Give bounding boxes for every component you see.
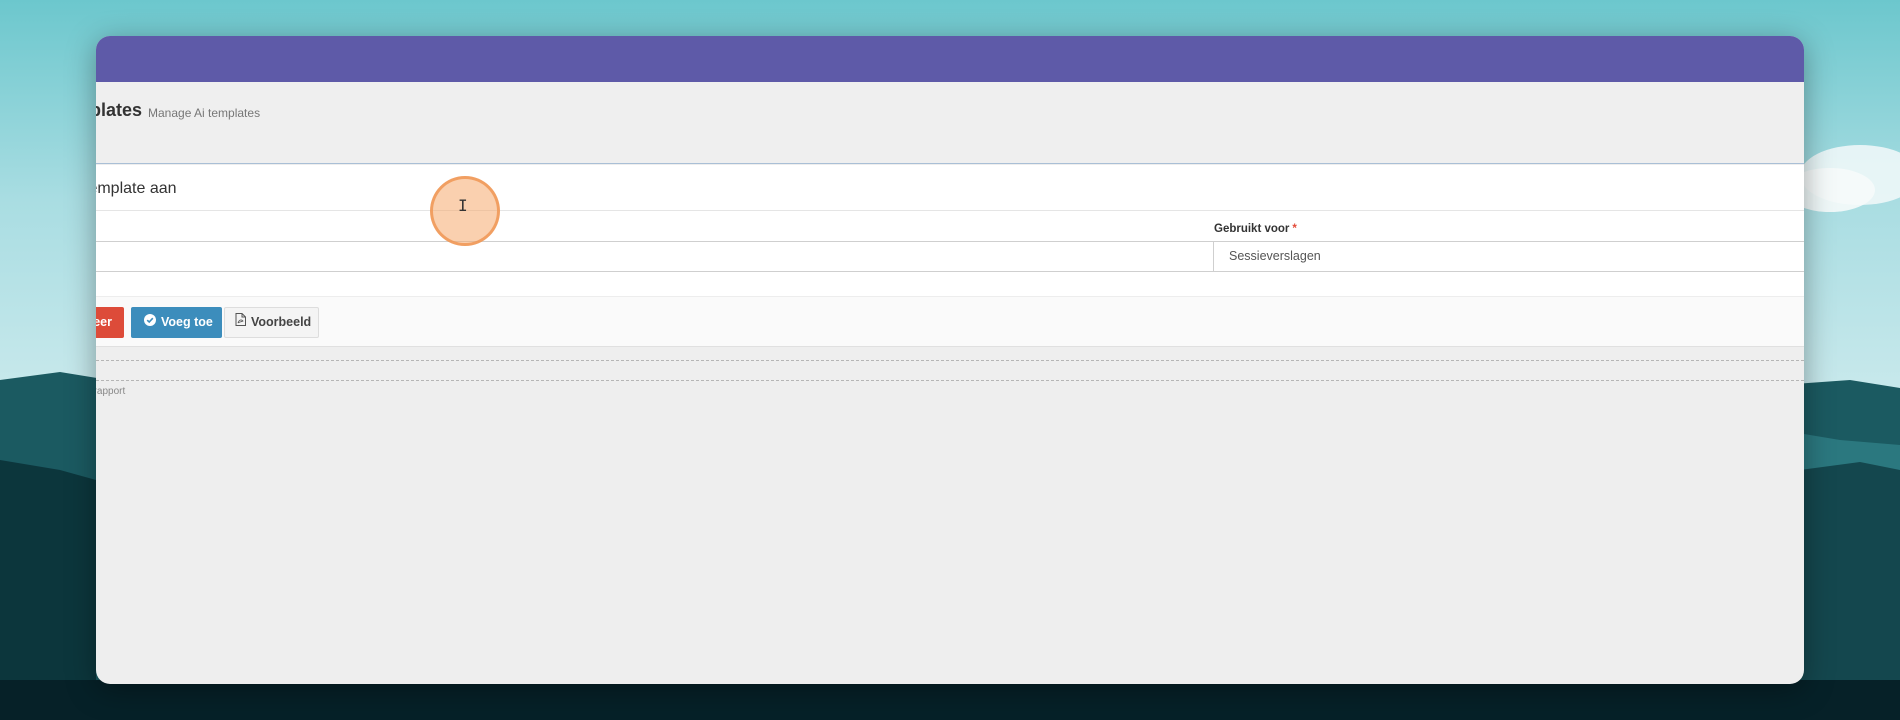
pdf-file-icon	[235, 308, 246, 337]
add-button-label: Voeg toe	[161, 315, 213, 329]
top-navbar	[96, 36, 1804, 82]
template-form-panel: template aan Gebruikt voor* Sessieversla…	[96, 165, 1804, 347]
add-button[interactable]: Voeg toe	[131, 307, 222, 338]
panel-heading-text: template aan	[96, 180, 177, 197]
used-for-label-text: Gebruikt voor	[1214, 223, 1290, 235]
page-subtitle: Manage Ai templates	[148, 106, 261, 120]
used-for-label: Gebruikt voor *	[1214, 223, 1297, 235]
preview-button-label: Voorbeeld	[251, 315, 312, 329]
panel-footer: leer Voeg toe Voorbeeld	[96, 296, 1804, 347]
text-cursor-icon: I	[458, 196, 468, 215]
check-circle-icon	[144, 307, 156, 338]
section-label: erapport	[96, 386, 126, 397]
name-input[interactable]	[96, 241, 1295, 272]
used-for-select[interactable]: Sessieverslagen	[1213, 241, 1804, 272]
page-header: plates Manage Ai templates	[96, 82, 1804, 164]
app-window: plates Manage Ai templates template aan …	[96, 36, 1804, 684]
section-divider	[96, 360, 1804, 361]
cancel-button-label: leer	[96, 315, 112, 329]
page-title: plates	[96, 100, 143, 120]
preview-button[interactable]: Voorbeeld	[224, 307, 319, 338]
required-marker: *	[1292, 223, 1297, 235]
panel-heading: template aan	[96, 165, 1804, 211]
cancel-button[interactable]: leer	[96, 307, 124, 338]
section-divider	[96, 380, 1804, 381]
